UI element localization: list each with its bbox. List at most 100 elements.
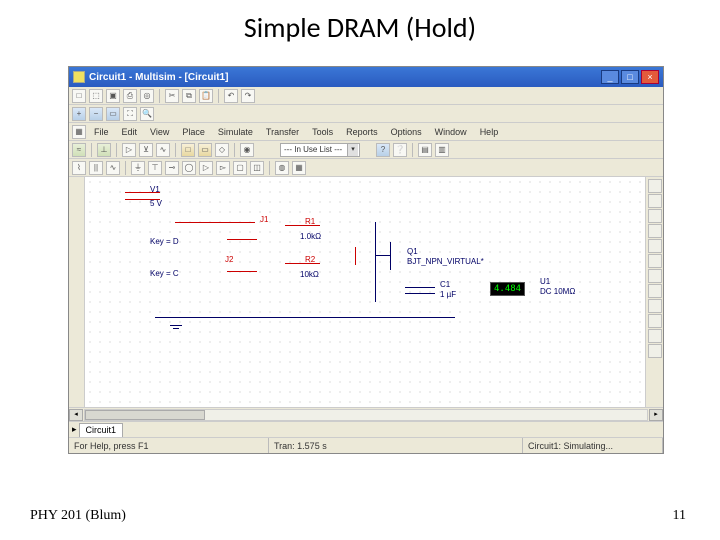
app-icon [73,71,85,83]
source-icon[interactable]: ≈ [72,143,86,157]
scroll-track[interactable] [84,409,648,421]
label-u1-value: DC 10MΩ [540,287,575,296]
undo-icon[interactable]: ↶ [224,89,238,103]
ttl-icon[interactable]: □ [181,143,195,157]
separator [91,143,92,157]
menu-file[interactable]: File [89,127,114,137]
analog-icon[interactable]: ∿ [156,143,170,157]
place-probe-icon[interactable]: ◍ [275,161,289,175]
menu-reports[interactable]: Reports [341,127,383,137]
place-scope-icon[interactable]: ▦ [292,161,306,175]
menu-tools[interactable]: Tools [307,127,338,137]
new-icon[interactable]: □ [72,89,86,103]
separator [125,161,126,175]
separator [234,143,235,157]
statusbar: For Help, press F1 Tran: 1.575 s Circuit… [69,437,663,453]
tab-menu-icon[interactable]: ▸ [72,424,77,435]
place-switch-icon[interactable]: ⊸ [165,161,179,175]
place-gate-icon[interactable]: ◫ [250,161,264,175]
open-icon[interactable]: ⬚ [89,89,103,103]
close-button[interactable]: × [641,70,659,84]
zoom-fit-icon[interactable]: ▭ [106,107,120,121]
place-vcc-icon[interactable]: ⊤ [148,161,162,175]
freq-icon[interactable] [648,254,662,268]
spectrum-icon[interactable] [648,344,662,358]
menu-help[interactable]: Help [475,127,504,137]
copy-icon[interactable]: ⧉ [182,89,196,103]
paste-icon[interactable]: 📋 [199,89,213,103]
tab-circuit1[interactable]: Circuit1 [79,423,124,437]
menu-edit[interactable]: Edit [117,127,143,137]
iv-icon[interactable] [648,314,662,328]
preview-icon[interactable]: ◎ [140,89,154,103]
menu-place[interactable]: Place [177,127,210,137]
place-resistor-icon[interactable]: ⌇ [72,161,86,175]
maximize-button[interactable]: □ [621,70,639,84]
misc-icon[interactable]: ◇ [215,143,229,157]
print-icon[interactable]: ⎙ [123,89,137,103]
multimeter-icon[interactable] [648,179,662,193]
help-icon[interactable]: ? [376,143,390,157]
scrollbar-horizontal[interactable]: ◂ ▸ [69,407,663,421]
zoom-out-icon[interactable]: − [89,107,103,121]
fullscreen-icon[interactable]: ⛶ [123,107,137,121]
label-u1: U1 [540,277,550,286]
page-number: 11 [673,508,686,524]
menu-transfer[interactable]: Transfer [261,127,304,137]
place-gnd-icon[interactable]: ⏚ [131,161,145,175]
label-j2-key: Key = C [150,269,179,278]
inuse-combo[interactable]: --- In Use List --- [280,143,360,157]
diode-icon[interactable]: ▷ [122,143,136,157]
menu-window[interactable]: Window [430,127,472,137]
separator [218,89,219,103]
distortion-icon[interactable] [648,329,662,343]
bode-icon[interactable] [648,239,662,253]
inuse-label: --- In Use List --- [284,145,342,154]
place-555-icon[interactable]: ▢ [233,161,247,175]
gnd-symbol [170,325,182,326]
whatsthis-icon[interactable]: ❔ [393,143,407,157]
label-j1-key: Key = D [150,237,179,246]
place-led-icon[interactable]: ◯ [182,161,196,175]
status-sim: Circuit1: Simulating... [523,438,663,453]
redo-icon[interactable]: ↷ [241,89,255,103]
find-icon[interactable]: 🔍 [140,107,154,121]
logicconv-icon[interactable] [648,299,662,313]
menu-simulate[interactable]: Simulate [213,127,258,137]
basic-icon[interactable]: ⊥ [97,143,111,157]
indicator-icon[interactable]: ◉ [240,143,254,157]
place-cap-icon[interactable]: || [89,161,103,175]
minimize-button[interactable]: _ [601,70,619,84]
probe-wire [355,247,356,265]
scroll-left-button[interactable]: ◂ [69,409,83,421]
place-ind-icon[interactable]: ∿ [106,161,120,175]
wordgen-icon[interactable] [648,269,662,283]
save-icon[interactable]: ▣ [106,89,120,103]
transistor-body [390,242,391,270]
slide-title: Simple DRAM (Hold) [0,0,720,51]
schematic-canvas[interactable]: V1 5 V J1 Key = D R1 1.0kΩ J2 Key = C R2 [85,177,645,407]
funcgen-icon[interactable] [648,194,662,208]
wire [285,225,320,226]
place-bjt-icon[interactable]: ▷ [199,161,213,175]
tab-label: Circuit1 [86,425,117,435]
menu-view[interactable]: View [145,127,174,137]
cmos-icon[interactable]: ▭ [198,143,212,157]
instrument-icon[interactable]: ▤ [418,143,432,157]
transistor-icon[interactable]: ⊻ [139,143,153,157]
menu-options[interactable]: Options [386,127,427,137]
cut-icon[interactable]: ✂ [165,89,179,103]
label-c1: C1 [440,280,450,289]
scroll-right-button[interactable]: ▸ [649,409,663,421]
scroll-thumb[interactable] [85,410,205,420]
status-tran: Tran: 1.575 s [269,438,523,453]
zoom-in-icon[interactable]: + [72,107,86,121]
place-op-icon[interactable]: ▻ [216,161,230,175]
wattmeter-icon[interactable] [648,209,662,223]
ground-rail [155,317,455,318]
label-r1-value: 1.0kΩ [300,232,321,241]
instrument2-icon[interactable]: ▥ [435,143,449,157]
scope-icon[interactable] [648,224,662,238]
label-q1-type: BJT_NPN_VIRTUAL* [407,257,484,266]
logic-icon[interactable] [648,284,662,298]
